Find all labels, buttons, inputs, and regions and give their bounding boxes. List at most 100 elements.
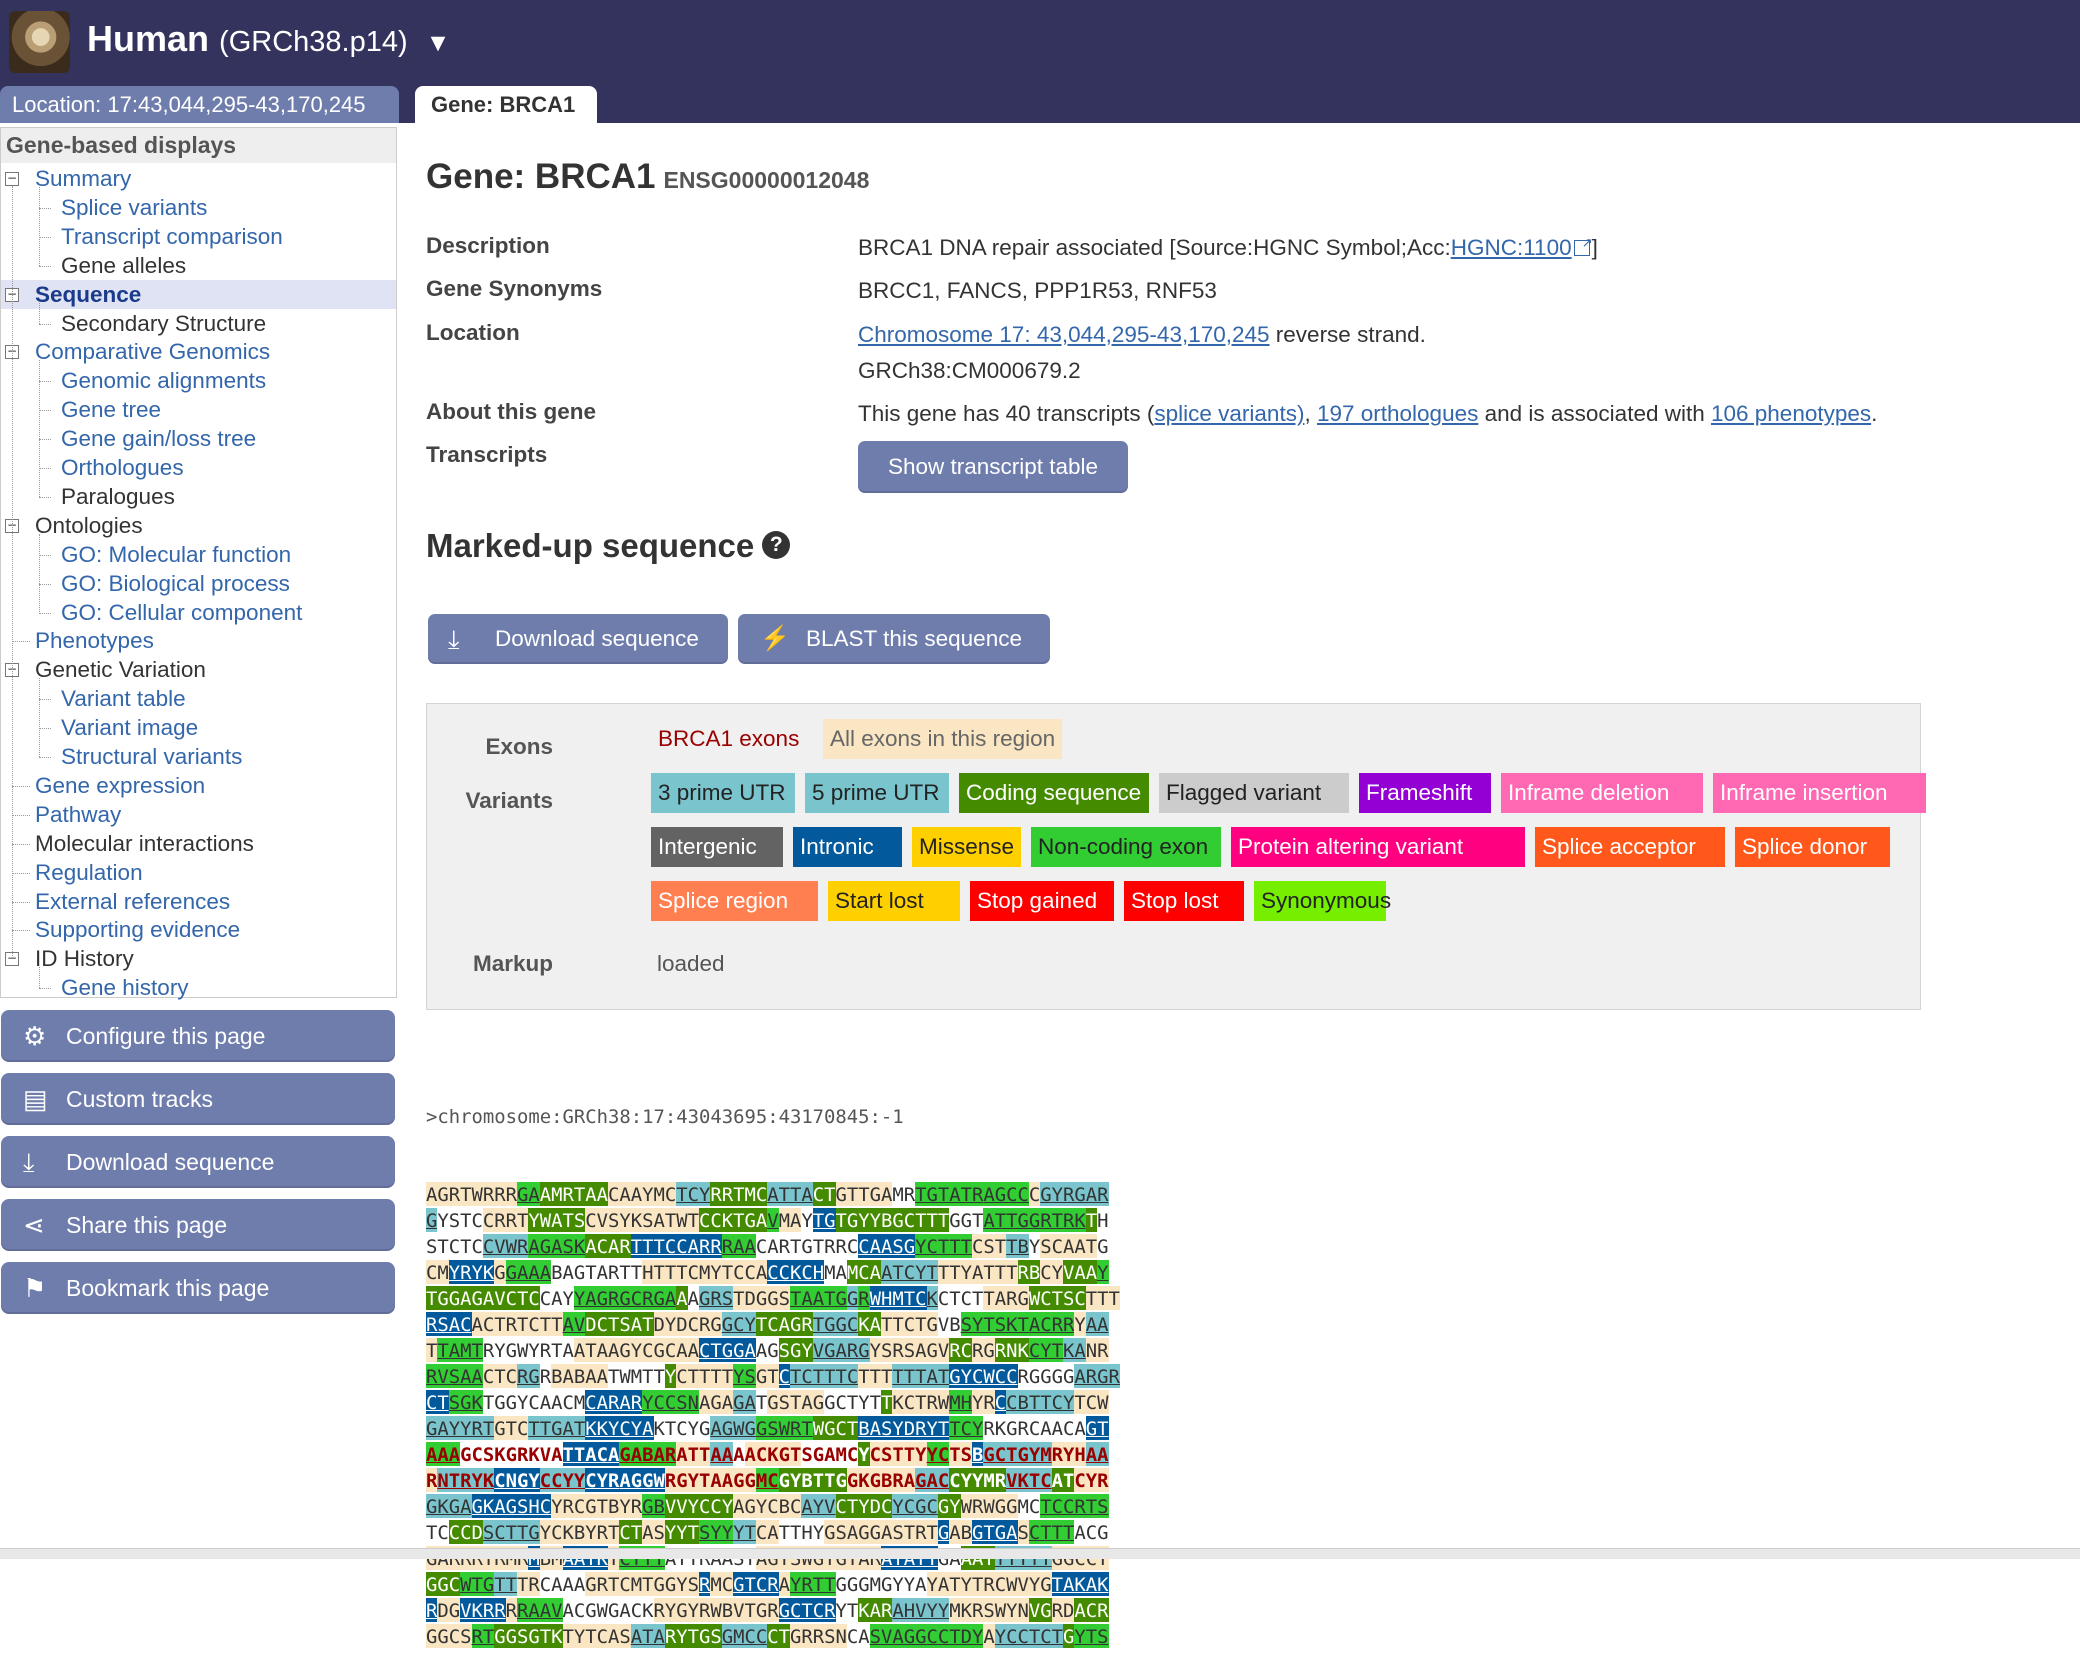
bookmark-icon: ⚑ [23, 1273, 47, 1303]
share-this-page-button[interactable]: ⋖ Share this page [1, 1199, 395, 1251]
sequence-line: GKGAGKAGSHCYRCGTBYRGBVVYCCYAGYCBCAYVCTYD… [426, 1494, 1109, 1518]
legend-variant-intronic: Intronic [793, 827, 902, 867]
tree-connector [39, 757, 51, 758]
location-link[interactable]: Chromosome 17: 43,044,295-43,170,245 [858, 322, 1270, 347]
sidebar-item-variant-image[interactable]: Variant image [61, 713, 198, 742]
species-name[interactable]: Human [87, 18, 209, 59]
legend-variant-stop-gained: Stop gained [970, 881, 1114, 921]
legend-variant-stop-lost: Stop lost [1124, 881, 1244, 921]
legend-variant-inframe-deletion: Inframe deletion [1501, 773, 1703, 813]
sequence-line: AAAGCSKGRKVATTACAGABARATTAAAACKGTSGAMCYC… [426, 1442, 1109, 1466]
phenotypes-link[interactable]: 106 phenotypes [1711, 401, 1871, 426]
sidebar-item-structural-variants[interactable]: Structural variants [61, 742, 242, 771]
species-title[interactable]: Human (GRCh38.p14) ▼ [87, 18, 450, 60]
download-sequence-button[interactable]: ⤓ Download sequence [1, 1136, 395, 1188]
sidebar-item-gene-expression[interactable]: Gene expression [35, 771, 205, 800]
bookmark-this-page-button[interactable]: ⚑ Bookmark this page [1, 1262, 395, 1314]
sidebar-item-summary[interactable]: Summary [35, 164, 131, 193]
sidebar-item-variant-table[interactable]: Variant table [61, 684, 186, 713]
sidebar-item-genomic-alignments[interactable]: Genomic alignments [61, 366, 266, 395]
tab-location[interactable]: Location: 17:43,044,295-43,170,245 [0, 86, 399, 123]
splice-variants-link[interactable]: splice variants) [1154, 401, 1304, 426]
markup-value: loaded [657, 951, 725, 976]
legend-variant-5-prime-utr: 5 prime UTR [805, 773, 949, 813]
horizontal-scrollbar[interactable] [0, 1548, 2080, 1559]
download-icon: ⤓ [23, 1147, 35, 1177]
sidebar-item-ontologies[interactable]: Ontologies [35, 511, 143, 540]
sidebar-item-id-history[interactable]: ID History [35, 944, 134, 973]
tree-connector [39, 410, 51, 412]
sidebar-item-gene-history[interactable]: Gene history [61, 973, 189, 1002]
sidebar-item-go-cellular-component[interactable]: GO: Cellular component [61, 598, 302, 627]
about-end: . [1871, 401, 1878, 426]
tree-connector [12, 785, 30, 787]
legend-variant-intergenic: Intergenic [651, 827, 783, 867]
sidebar-item-pathway[interactable]: Pathway [35, 800, 121, 829]
sidebar-item-external-references[interactable]: External references [35, 887, 230, 916]
tree-connector [39, 988, 51, 990]
sidebar-item-comparative-genomics[interactable]: Comparative Genomics [35, 337, 270, 366]
tree-connector [39, 728, 51, 730]
description-value: BRCA1 DNA repair associated [Source:HGNC… [858, 235, 1598, 261]
sidebar-item-molecular-interactions[interactable]: Molecular interactions [35, 829, 254, 858]
species-icon[interactable] [9, 11, 70, 73]
tree-connector [39, 583, 51, 585]
orthologues-link[interactable]: 197 orthologues [1317, 401, 1478, 426]
custom-tracks-icon: ▤ [23, 1084, 48, 1114]
about-label: About this gene [426, 399, 596, 424]
tree-connector [39, 265, 51, 267]
configure-this-page-button[interactable]: ⚙ Configure this page [1, 1010, 395, 1062]
blast-icon: ⚡ [760, 625, 790, 652]
sequence-legend: Exons Variants Markup loaded BRCA1 exons… [426, 703, 1926, 1010]
sidebar-nav: Gene-based displays Summary − Splice varia… [0, 127, 397, 1000]
legend-exon-brca1-exons: BRCA1 exons [651, 719, 807, 759]
sequence-line: RVSAACTCRGRBABAATWMTTYCTTTTYSGTCTCTTTCTT… [426, 1364, 1120, 1388]
tree-connector [12, 843, 30, 845]
sidebar-item-splice-variants[interactable]: Splice variants [61, 193, 207, 222]
side-button-label: Custom tracks [66, 1086, 213, 1112]
tree-branch [39, 302, 40, 324]
sidebar-item-regulation[interactable]: Regulation [35, 858, 143, 887]
transcripts-label: Transcripts [426, 442, 548, 467]
hgnc-link[interactable]: HGNC:1100 [1451, 235, 1572, 260]
synonyms-value: BRCC1, FANCS, PPP1R53, RNF53 [858, 278, 1217, 303]
sequence-line: TTAMTRYGWYRTAATAAGYCGCAACTGGAAGSGYVGARGY… [426, 1338, 1109, 1362]
sidebar-item-go-biological-process[interactable]: GO: Biological process [61, 569, 290, 598]
side-button-label: Bookmark this page [66, 1275, 270, 1301]
sidebar-item-transcript-comparison[interactable]: Transcript comparison [61, 222, 283, 251]
sidebar-item-sequence[interactable]: Sequence [1, 279, 396, 309]
sidebar-item-orthologues[interactable]: Orthologues [61, 453, 184, 482]
tree-connector [39, 207, 51, 209]
sidebar-item-paralogues[interactable]: Paralogues [61, 482, 175, 511]
help-icon[interactable]: ? [762, 531, 791, 560]
tree-connector [39, 381, 51, 383]
sidebar-item-gene-alleles[interactable]: Gene alleles [61, 251, 186, 280]
sidebar-item-supporting-evidence[interactable]: Supporting evidence [35, 915, 240, 944]
description-text: BRCA1 DNA repair associated [Source:HGNC… [858, 235, 1451, 260]
blast-sequence-button[interactable]: ⚡ BLAST this sequence [738, 614, 1050, 664]
tab-gene[interactable]: Gene: BRCA1 [415, 86, 597, 123]
sidebar-item-go-molecular-function[interactable]: GO: Molecular function [61, 540, 291, 569]
external-link-icon[interactable]: ↗ [1573, 235, 1593, 256]
sidebar-item-gene-tree[interactable]: Gene tree [61, 395, 161, 424]
sequence-line: TGGAGAVCTCCAYYAGRGCRGAAAGRSTDGGSTAATGGRW… [426, 1286, 1120, 1310]
show-transcript-table-button[interactable]: Show transcript table [858, 441, 1128, 493]
legend-variant-protein-altering-variant: Protein altering variant [1231, 827, 1525, 867]
sidebar-item-secondary-structure[interactable]: Secondary Structure [61, 309, 266, 338]
sidebar-item-genetic-variation[interactable]: Genetic Variation [35, 655, 206, 684]
legend-variant-non-coding-exon: Non-coding exon [1031, 827, 1221, 867]
species-dropdown-icon[interactable]: ▼ [426, 29, 451, 57]
sequence-line: GGCWTGTTTRCAAAGRTCMTGGYSRMCGTCRAYRTTGGGM… [426, 1572, 1109, 1596]
tree-branch [39, 186, 40, 266]
sequence-line: TCCCDSCTTGYCKBYRTCTASYYTSYYYTCATTHYGSAGG… [426, 1520, 1109, 1544]
tree-connector [39, 323, 51, 325]
tree-branch [39, 360, 40, 497]
download-sequence-button[interactable]: ⤓ Download sequence [428, 614, 728, 664]
side-button-label: Share this page [66, 1212, 228, 1238]
custom-tracks-button[interactable]: ▤ Custom tracks [1, 1073, 395, 1125]
legend-variant-synonymous: Synonymous [1254, 881, 1391, 921]
collapse-toggle-icon[interactable]: − [5, 172, 19, 186]
sidebar-item-gene-gain-loss-tree[interactable]: Gene gain/loss tree [61, 424, 256, 453]
sidebar-item-phenotypes[interactable]: Phenotypes [35, 626, 154, 655]
side-button-label: Configure this page [66, 1023, 266, 1049]
